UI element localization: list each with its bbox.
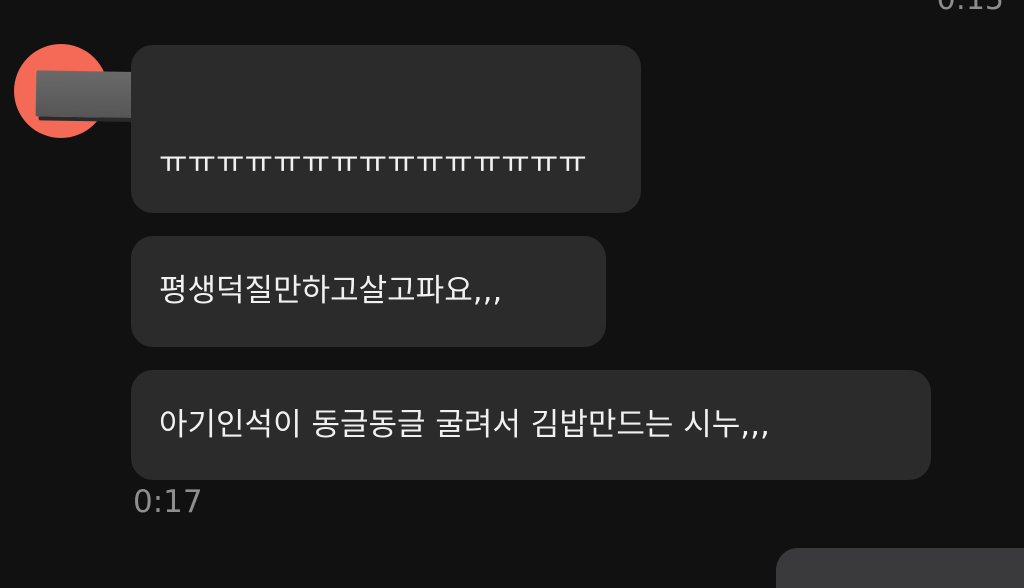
message-text: 아기인석이 동글동글 굴려서 김밥만드는 시누,,, [159,406,770,443]
message-text: ㅠㅠㅠㅠㅠㅠㅠㅠㅠㅠㅠㅠㅠㅠㅠ [159,145,587,181]
message-bubble[interactable]: 아기인석이 동글동글 굴려서 김밥만드는 시누,,, [131,370,931,480]
previous-message-timestamp: 0:15 [937,0,1004,17]
message-timestamp: 0:17 [133,484,203,520]
message-bubble[interactable]: 평생덕질만하고살고파요,,, [131,236,606,347]
message-bubble[interactable]: ㅠㅠㅠㅠㅠㅠㅠㅠㅠㅠㅠㅠㅠㅠㅠ [131,45,641,213]
outgoing-message-bubble[interactable] [776,548,1024,588]
message-text: 평생덕질만하고살고파요,,, [159,273,503,309]
